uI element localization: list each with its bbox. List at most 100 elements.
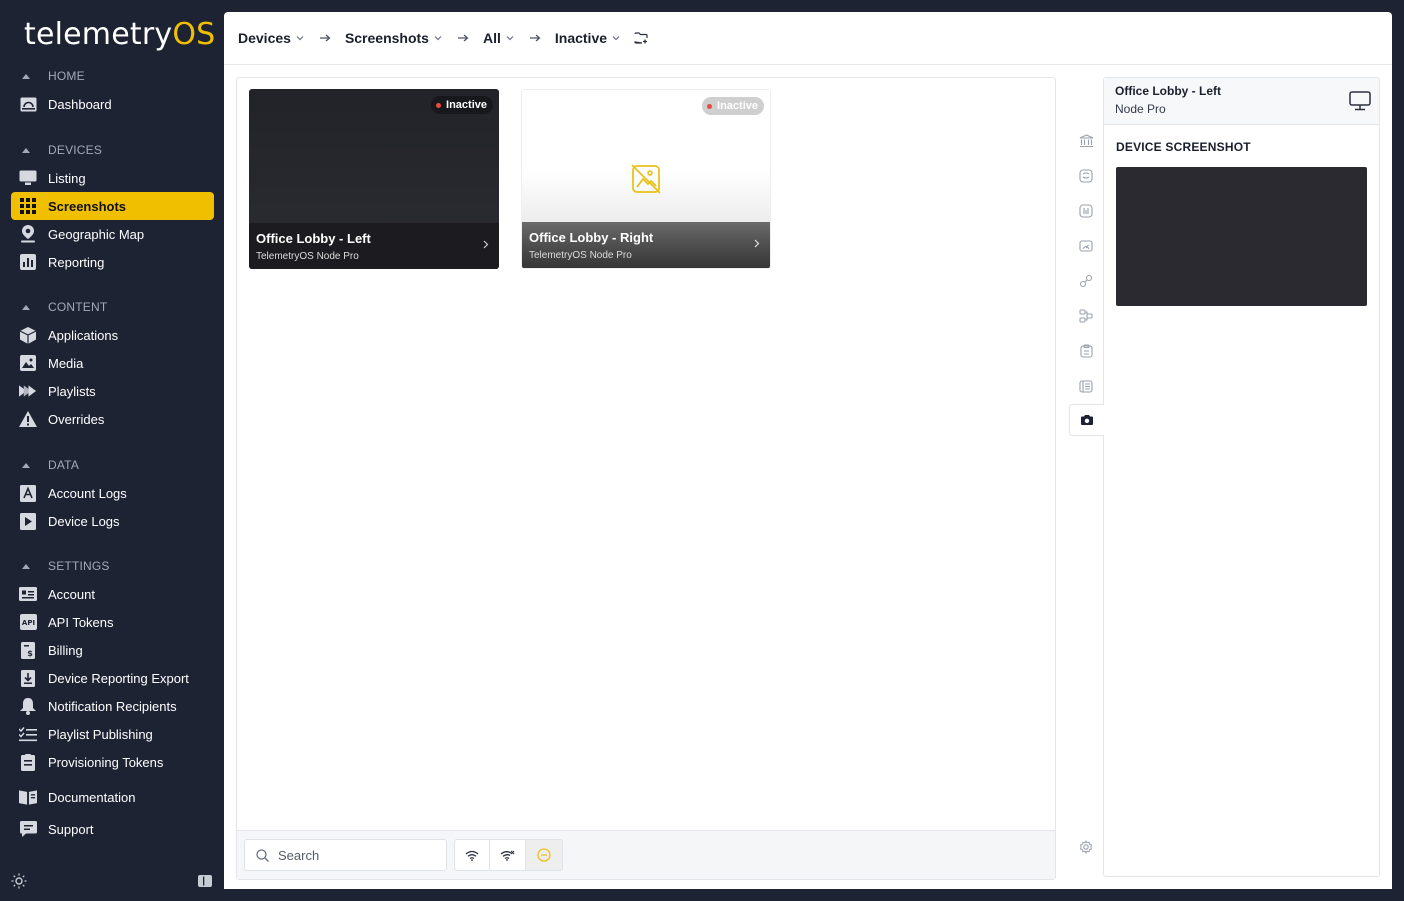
tool-settings[interactable] — [1070, 831, 1102, 863]
section-settings[interactable]: SETTINGS — [22, 558, 110, 574]
section-heading: SETTINGS — [48, 559, 110, 573]
search-box[interactable] — [244, 839, 447, 871]
section-data[interactable]: DATA — [22, 457, 79, 473]
sidebar-item-overrides[interactable]: Overrides — [11, 405, 214, 433]
section-heading: DEVICES — [48, 143, 103, 157]
sidebar-item-reporting[interactable]: Reporting — [11, 248, 214, 276]
folder-add-icon — [634, 32, 648, 44]
log-icon — [1079, 379, 1093, 393]
breadcrumb-screenshots[interactable]: Screenshots — [345, 30, 442, 46]
search-icon — [256, 848, 269, 862]
breadcrumb-devices[interactable]: Devices — [238, 30, 304, 46]
new-folder-button[interactable] — [634, 32, 648, 44]
inactive-filter-button[interactable] — [525, 840, 562, 870]
sidebar-item-api-tokens[interactable]: API API Tokens — [11, 608, 214, 636]
section-devices[interactable]: DEVICES — [22, 142, 102, 158]
info-box-icon — [1079, 204, 1093, 218]
section-heading: DATA — [48, 458, 80, 472]
sidebar-item-support[interactable]: Support — [11, 815, 214, 843]
collapse-sidebar-button[interactable] — [198, 872, 212, 890]
sidebar-item-screenshots[interactable]: Screenshots — [11, 192, 214, 220]
tool-clipboard[interactable] — [1070, 335, 1102, 367]
tool-storage[interactable] — [1070, 160, 1102, 192]
sidebar-item-account-logs[interactable]: Account Logs — [11, 479, 214, 507]
breadcrumb-inactive[interactable]: Inactive — [555, 30, 620, 46]
breadcrumb-label: All — [482, 30, 501, 46]
device-card[interactable]: Inactive Office Lobby - Right TelemetryO… — [521, 89, 771, 269]
tool-screenshot[interactable] — [1069, 404, 1104, 436]
sidebar-item-playlist-publishing[interactable]: Playlist Publishing — [11, 720, 214, 748]
device-model: TelemetryOS Node Pro — [529, 250, 632, 261]
tool-info[interactable] — [1070, 195, 1102, 227]
sidebar-item-provisioning-tokens[interactable]: Provisioning Tokens — [11, 748, 214, 776]
device-name: Office Lobby - Left — [256, 231, 371, 246]
monitor-icon[interactable] — [1349, 91, 1371, 111]
screenshots-grid: Inactive Office Lobby - Left TelemetryOS… — [236, 77, 1056, 880]
sidebar-item-account[interactable]: Account — [11, 580, 214, 608]
sidebar-item-notification-recipients[interactable]: Notification Recipients — [11, 692, 214, 720]
tool-network[interactable] — [1070, 300, 1102, 332]
chevron-down-icon — [506, 36, 514, 41]
api-icon: API — [19, 613, 37, 631]
filter-bar — [237, 830, 1055, 879]
grid-icon — [19, 197, 37, 215]
image-unavailable-icon — [631, 164, 661, 194]
tool-connections[interactable] — [1070, 265, 1102, 297]
gauge-icon — [1079, 240, 1093, 252]
sidebar-item-playlists[interactable]: Playlists — [11, 377, 214, 405]
download-icon — [19, 669, 37, 687]
breadcrumb-all[interactable]: All — [483, 30, 514, 46]
status-dot — [707, 103, 713, 109]
chevron-right-icon[interactable] — [754, 239, 760, 248]
billing-icon: $ — [19, 641, 37, 659]
sidebar-item-label: Notification Recipients — [48, 698, 177, 714]
chevron-down-icon — [434, 36, 442, 41]
sidebar-item-device-reporting-export[interactable]: Device Reporting Export — [11, 664, 214, 692]
tool-bank[interactable] — [1070, 125, 1102, 157]
warning-icon — [19, 410, 37, 428]
sidebar-item-dashboard[interactable]: Dashboard — [11, 90, 214, 118]
online-filter-button[interactable] — [455, 840, 491, 870]
sidebar-item-media[interactable]: Media — [11, 349, 214, 377]
section-content[interactable]: CONTENT — [22, 299, 107, 315]
collapse-icon — [22, 73, 30, 79]
chat-icon — [19, 820, 37, 838]
telemetryos-logo[interactable]: telemetryOS — [24, 17, 215, 52]
bank-icon — [1079, 134, 1093, 148]
status-filter-group — [454, 839, 563, 871]
offline-filter-button[interactable] — [490, 840, 526, 870]
device-card[interactable]: Inactive Office Lobby - Left TelemetryOS… — [249, 89, 499, 269]
wifi-off-icon — [500, 850, 515, 861]
sidebar-item-label: Billing — [48, 642, 83, 658]
collapse-icon — [22, 563, 30, 569]
sidebar-item-geographic-map[interactable]: Geographic Map — [11, 220, 214, 248]
sidebar-item-label: Playlists — [48, 383, 96, 399]
sidebar-item-device-logs[interactable]: Device Logs — [11, 507, 214, 535]
sidebar-item-label: Account Logs — [48, 485, 127, 501]
account-log-icon — [19, 484, 37, 502]
status-label: Inactive — [446, 99, 487, 111]
chevron-down-icon — [296, 36, 304, 41]
sidebar-item-listing[interactable]: Listing — [11, 164, 214, 192]
theme-toggle-button[interactable] — [11, 872, 27, 890]
device-screenshot-image[interactable] — [1116, 167, 1367, 306]
sidebar-item-label: API Tokens — [48, 614, 114, 630]
wifi-icon — [465, 850, 479, 861]
sidebar: telemetryOS HOME Dashboard DEVICES Listi… — [0, 0, 224, 901]
disk-icon — [1079, 169, 1093, 183]
details-header: Office Lobby - Left Node Pro — [1104, 78, 1379, 125]
chevron-right-icon[interactable] — [483, 240, 489, 249]
tool-logs[interactable] — [1070, 370, 1102, 402]
link-icon — [1079, 274, 1093, 288]
sidebar-item-label: Geographic Map — [48, 226, 145, 242]
book-icon — [19, 788, 37, 806]
tool-display[interactable] — [1070, 230, 1102, 262]
status-dot — [436, 102, 442, 108]
search-input[interactable] — [278, 847, 438, 863]
status-badge: Inactive — [431, 96, 493, 114]
sidebar-item-applications[interactable]: Applications — [11, 321, 214, 349]
section-home[interactable]: HOME — [22, 68, 85, 84]
device-screenshot-title: DEVICE SCREENSHOT — [1116, 140, 1251, 154]
sidebar-item-documentation[interactable]: Documentation — [11, 783, 214, 811]
sidebar-item-billing[interactable]: $ Billing — [11, 636, 214, 664]
